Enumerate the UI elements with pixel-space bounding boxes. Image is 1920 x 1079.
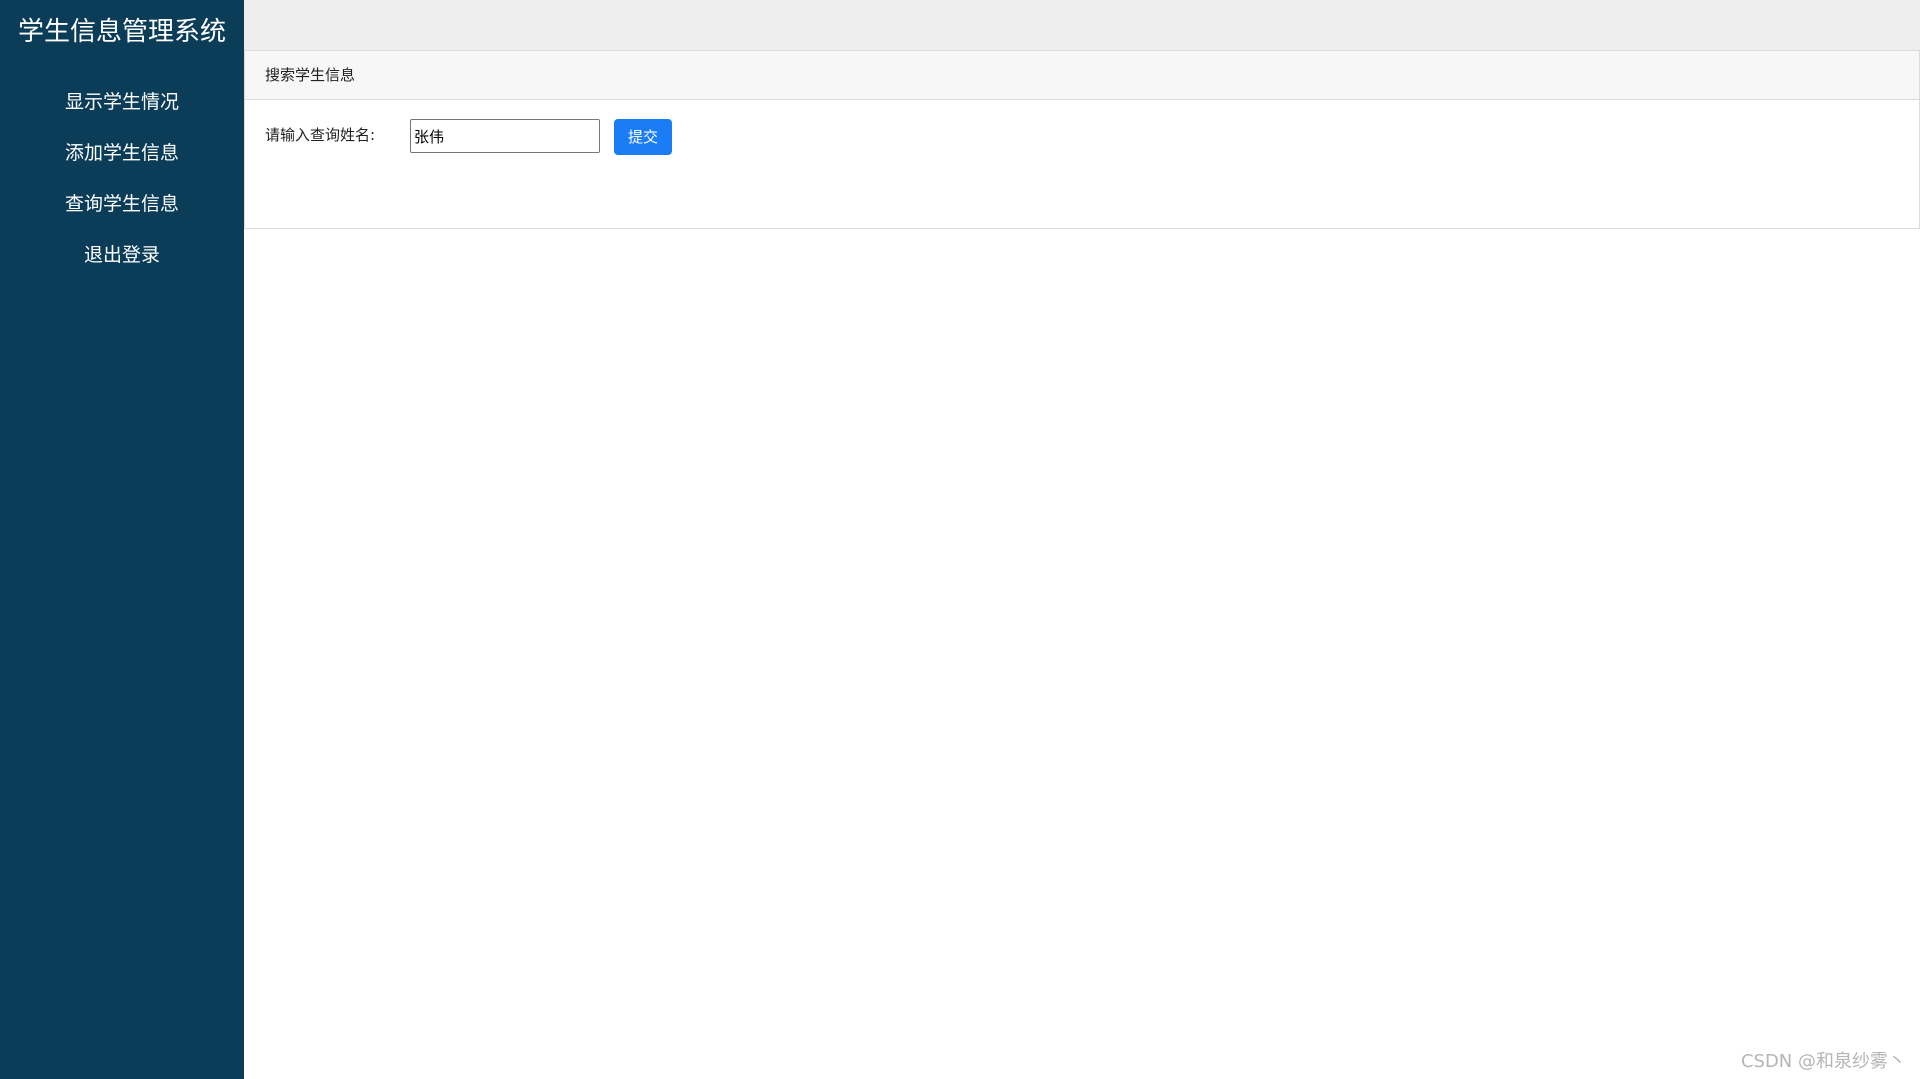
sidebar: 学生信息管理系统 显示学生情况 添加学生信息 查询学生信息 退出登录 <box>0 0 244 1079</box>
panel-header: 搜索学生信息 <box>245 51 1919 100</box>
sidebar-item-logout[interactable]: 退出登录 <box>0 237 244 288</box>
app-window: 学生信息管理系统 显示学生情况 添加学生信息 查询学生信息 退出登录 搜索学生信… <box>0 0 1920 1079</box>
search-label: 请输入查询姓名: <box>265 126 376 144</box>
watermark: CSDN @和泉纱雾丶 <box>1740 1051 1906 1072</box>
submit-button[interactable]: 提交 <box>614 119 672 155</box>
sidebar-item-query-student[interactable]: 查询学生信息 <box>0 186 244 237</box>
sidebar-nav: 显示学生情况 添加学生信息 查询学生信息 退出登录 <box>0 84 244 288</box>
sidebar-item-add-student[interactable]: 添加学生信息 <box>0 135 244 186</box>
name-search-input[interactable] <box>410 119 600 153</box>
top-bar <box>244 0 1920 50</box>
panel-body: 请输入查询姓名: 提交 <box>245 100 1919 228</box>
main-content: 搜索学生信息 请输入查询姓名: 提交 <box>244 50 1920 1079</box>
app-title: 学生信息管理系统 <box>17 17 226 47</box>
search-panel: 搜索学生信息 请输入查询姓名: 提交 <box>244 50 1920 229</box>
sidebar-item-show-students[interactable]: 显示学生情况 <box>0 84 244 135</box>
